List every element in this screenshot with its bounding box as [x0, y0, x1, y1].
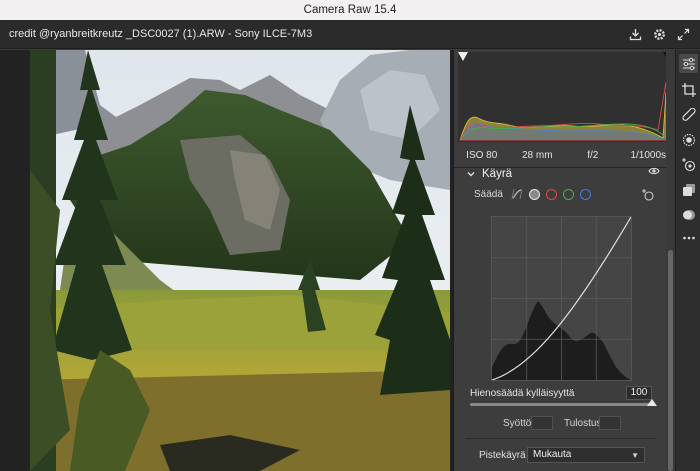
- red-channel-button[interactable]: [545, 188, 557, 200]
- mask-icon[interactable]: [681, 132, 696, 147]
- iso-value: ISO 80: [466, 149, 498, 161]
- crop-icon[interactable]: [681, 82, 696, 97]
- save-icon[interactable]: [628, 27, 642, 41]
- scrollbar-thumb[interactable]: [668, 250, 673, 471]
- tone-curve-editor[interactable]: [491, 216, 632, 381]
- blue-channel-button[interactable]: [579, 188, 591, 200]
- heal-icon[interactable]: [681, 107, 696, 122]
- curve-section-header[interactable]: Käyrä: [466, 166, 512, 182]
- input-label: Syöttö:: [503, 418, 535, 429]
- landscape-photo: [30, 50, 450, 471]
- point-curve-select[interactable]: Mukauta ▼: [527, 447, 645, 463]
- fine-tune-saturation-input[interactable]: 100: [626, 386, 652, 400]
- shadow-clip-indicator: [458, 52, 468, 61]
- chevron-down-icon: ▼: [631, 451, 639, 460]
- file-name: credit @ryanbreitkreutz _DSC0027 (1).ARW…: [9, 28, 313, 40]
- input-field[interactable]: [531, 416, 553, 430]
- tool-strip: [675, 50, 700, 471]
- curve-section-title: Käyrä: [482, 168, 513, 180]
- saturation-slider-handle[interactable]: [647, 399, 657, 406]
- point-curve-value: Mukauta: [533, 449, 572, 460]
- chevron-down-icon[interactable]: [466, 169, 476, 179]
- green-channel-button[interactable]: [562, 188, 574, 200]
- saturation-slider-track[interactable]: [470, 403, 654, 406]
- file-header: credit @ryanbreitkreutz _DSC0027 (1).ARW…: [0, 20, 700, 49]
- histogram: [458, 52, 673, 142]
- redeye-icon[interactable]: [681, 157, 696, 172]
- divider: [466, 438, 656, 439]
- focal-length: 28 mm: [521, 149, 553, 161]
- adjust-label: Säädä: [474, 188, 503, 200]
- edit-panel: ISO 80 28 mm f/2 1/1000s Käyrä Säädä Hie…: [453, 50, 676, 471]
- curve-channel-row: Säädä: [474, 188, 591, 200]
- targeted-adjustment-icon[interactable]: [641, 188, 655, 205]
- snapshots-icon[interactable]: [681, 207, 696, 222]
- sliders-icon[interactable]: [679, 54, 698, 73]
- aperture-value: f/2: [587, 149, 599, 161]
- parametric-curve-icon[interactable]: [511, 188, 523, 200]
- panel-scrollbar[interactable]: [666, 50, 675, 471]
- white-channel-button[interactable]: [528, 188, 540, 200]
- window-titlebar: Camera Raw 15.4: [0, 0, 700, 20]
- gear-icon[interactable]: [652, 27, 666, 41]
- point-curve-label: Pistekäyrä: [479, 450, 526, 461]
- input-output-row: Syöttö: Tulostus:: [454, 416, 676, 432]
- expand-icon[interactable]: [676, 27, 690, 41]
- exif-info: ISO 80 28 mm f/2 1/1000s: [454, 147, 676, 163]
- image-canvas[interactable]: [0, 50, 453, 471]
- fine-tune-saturation-label: Hienosäädä kylläisyyttä: [470, 388, 575, 399]
- more-icon[interactable]: [681, 230, 696, 245]
- visibility-eye-icon[interactable]: [648, 166, 660, 179]
- presets-icon[interactable]: [681, 182, 696, 197]
- output-field[interactable]: [599, 416, 621, 430]
- window-title: Camera Raw 15.4: [303, 4, 397, 16]
